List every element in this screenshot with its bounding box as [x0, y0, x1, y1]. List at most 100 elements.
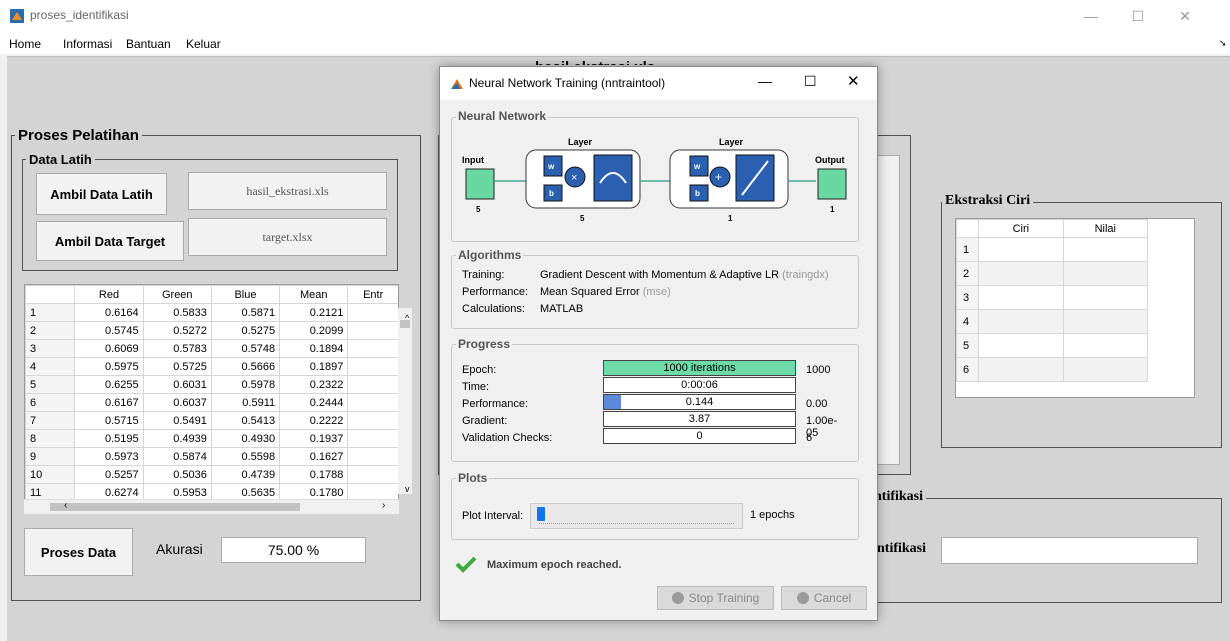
table-cell[interactable]: 0.2322	[279, 375, 349, 394]
table-cell[interactable]: 0.4939	[142, 429, 212, 448]
nilai-cell[interactable]	[1062, 309, 1149, 334]
nilai-cell[interactable]	[1062, 333, 1149, 358]
table-cell[interactable]: 0.5783	[142, 339, 212, 358]
slider-thumb[interactable]	[537, 507, 545, 521]
menu-keluar[interactable]: Keluar	[186, 37, 221, 51]
column-header[interactable]: Blue	[210, 285, 281, 304]
menu-informasi[interactable]: Informasi	[63, 37, 112, 51]
table-cell[interactable]: 0.6031	[142, 375, 212, 394]
ciri-cell[interactable]	[978, 261, 1064, 286]
minimize-button[interactable]: —	[1068, 4, 1114, 28]
table-row[interactable]: 2	[955, 261, 1149, 286]
cancel-button[interactable]: Cancel	[781, 586, 867, 610]
table-cell[interactable]: 0.5598	[210, 447, 281, 466]
table-row[interactable]: 9 0.5973 0.5874 0.5598 0.1627	[25, 447, 398, 466]
scroll-down-icon[interactable]: v	[405, 484, 410, 494]
dialog-maximize-button[interactable]: ☐	[804, 73, 817, 90]
table-cell[interactable]: 0.1627	[279, 447, 349, 466]
table-row[interactable]: 4	[955, 309, 1149, 334]
identifikasi-field[interactable]	[941, 537, 1198, 564]
column-header[interactable]: Entr	[347, 285, 398, 304]
table-row[interactable]: 8 0.5195 0.4939 0.4930 0.1937	[25, 429, 398, 448]
table-cell[interactable]: 0.5975	[74, 357, 144, 376]
table-cell[interactable]: 0.5725	[142, 357, 212, 376]
table-cell[interactable]: 0.5666	[210, 357, 281, 376]
table-cell[interactable]: 0.5275	[210, 321, 281, 340]
table-cell[interactable]: 0.1894	[279, 339, 349, 358]
column-header[interactable]: Ciri	[978, 219, 1064, 238]
ciri-cell[interactable]	[978, 309, 1064, 334]
ciri-cell[interactable]	[978, 237, 1064, 262]
table-cell[interactable]: 0.5748	[210, 339, 281, 358]
proses-data-button[interactable]: Proses Data	[24, 528, 133, 576]
ekstraksi-table[interactable]: Ciri Nilai 1 2 3 4 5 6	[955, 218, 1195, 398]
maximize-button[interactable]: ☐	[1115, 4, 1161, 28]
table-cell[interactable]: 0.5978	[210, 375, 281, 394]
data-latih-table[interactable]: Red Green Blue Mean Entr 1 0.6164 0.5833 0.5871 0…	[24, 284, 399, 514]
table-row[interactable]: 5 0.6255 0.6031 0.5978 0.2322	[25, 375, 398, 394]
ciri-cell[interactable]	[978, 333, 1064, 358]
table-cell[interactable]: 0.5874	[142, 447, 212, 466]
table-cell[interactable]: 0.5195	[74, 429, 144, 448]
column-header[interactable]: Red	[74, 285, 144, 304]
ciri-cell[interactable]	[978, 285, 1064, 310]
scroll-up-icon[interactable]: ^	[405, 313, 409, 323]
table-cell[interactable]: 0.6164	[74, 303, 144, 322]
table-cell[interactable]: 0.5413	[210, 411, 281, 430]
table-cell[interactable]: 0.5833	[142, 303, 212, 322]
table-row[interactable]: 2 0.5745 0.5272 0.5275 0.2099	[25, 321, 398, 340]
table-row[interactable]: 3 0.6069 0.5783 0.5748 0.1894	[25, 339, 398, 358]
table-cell[interactable]: 0.5036	[142, 465, 212, 484]
vertical-scrollbar[interactable]	[398, 308, 412, 494]
column-header[interactable]: Green	[142, 285, 212, 304]
dialog-close-button[interactable]: ✕	[847, 72, 860, 90]
toolbar-arrow-icon[interactable]: ➘	[1219, 38, 1227, 49]
nilai-cell[interactable]	[1062, 237, 1149, 262]
ambil-data-latih-button[interactable]: Ambil Data Latih	[36, 173, 167, 215]
scroll-right-icon[interactable]: ›	[382, 500, 385, 511]
horizontal-scrollbar[interactable]: ‹ ›	[24, 499, 399, 514]
dialog-minimize-button[interactable]: —	[758, 73, 772, 89]
table-row[interactable]: 6	[955, 357, 1149, 382]
table-row[interactable]: 4 0.5975 0.5725 0.5666 0.1897	[25, 357, 398, 376]
nilai-cell[interactable]	[1062, 357, 1149, 382]
ciri-cell[interactable]	[978, 357, 1064, 382]
table-row[interactable]: 1	[955, 237, 1149, 262]
table-row[interactable]: 6 0.6167 0.6037 0.5911 0.2444	[25, 393, 398, 412]
table-cell[interactable]: 0.5272	[142, 321, 212, 340]
table-cell[interactable]: 0.1897	[279, 357, 349, 376]
table-row[interactable]: 3	[955, 285, 1149, 310]
table-cell[interactable]: 0.2222	[279, 411, 349, 430]
table-cell[interactable]: 0.1788	[279, 465, 349, 484]
table-cell[interactable]: 0.5911	[210, 393, 281, 412]
table-cell[interactable]: 0.4739	[210, 465, 281, 484]
table-cell[interactable]: 0.5973	[74, 447, 144, 466]
table-row[interactable]: 1 0.6164 0.5833 0.5871 0.2121	[25, 303, 398, 322]
table-cell[interactable]: 0.6069	[74, 339, 144, 358]
table-cell[interactable]: 0.6255	[74, 375, 144, 394]
table-cell[interactable]: 0.5257	[74, 465, 144, 484]
table-cell[interactable]: 0.6167	[74, 393, 144, 412]
table-cell[interactable]: 0.2121	[279, 303, 349, 322]
close-button[interactable]: ✕	[1162, 4, 1208, 28]
column-header[interactable]: Nilai	[1062, 219, 1149, 238]
table-row[interactable]: 5	[955, 333, 1149, 358]
table-cell[interactable]: 0.6037	[142, 393, 212, 412]
table-cell[interactable]: 0.5715	[74, 411, 144, 430]
table-cell[interactable]: 0.1937	[279, 429, 349, 448]
table-row[interactable]: 10 0.5257 0.5036 0.4739 0.1788	[25, 465, 398, 484]
table-cell[interactable]: 0.5871	[210, 303, 281, 322]
nilai-cell[interactable]	[1062, 285, 1149, 310]
scroll-left-icon[interactable]: ‹	[64, 500, 67, 511]
stop-training-button[interactable]: Stop Training	[657, 586, 774, 610]
column-header[interactable]: Mean	[279, 285, 349, 304]
plot-interval-slider[interactable]	[530, 503, 743, 529]
table-cell[interactable]: 0.5745	[74, 321, 144, 340]
table-cell[interactable]: 0.2099	[279, 321, 349, 340]
table-cell[interactable]: 0.5491	[142, 411, 212, 430]
nilai-cell[interactable]	[1062, 261, 1149, 286]
table-cell[interactable]: 0.4930	[210, 429, 281, 448]
table-cell[interactable]: 0.2444	[279, 393, 349, 412]
menu-bantuan[interactable]: Bantuan	[126, 37, 171, 51]
ambil-data-target-button[interactable]: Ambil Data Target	[36, 221, 184, 261]
